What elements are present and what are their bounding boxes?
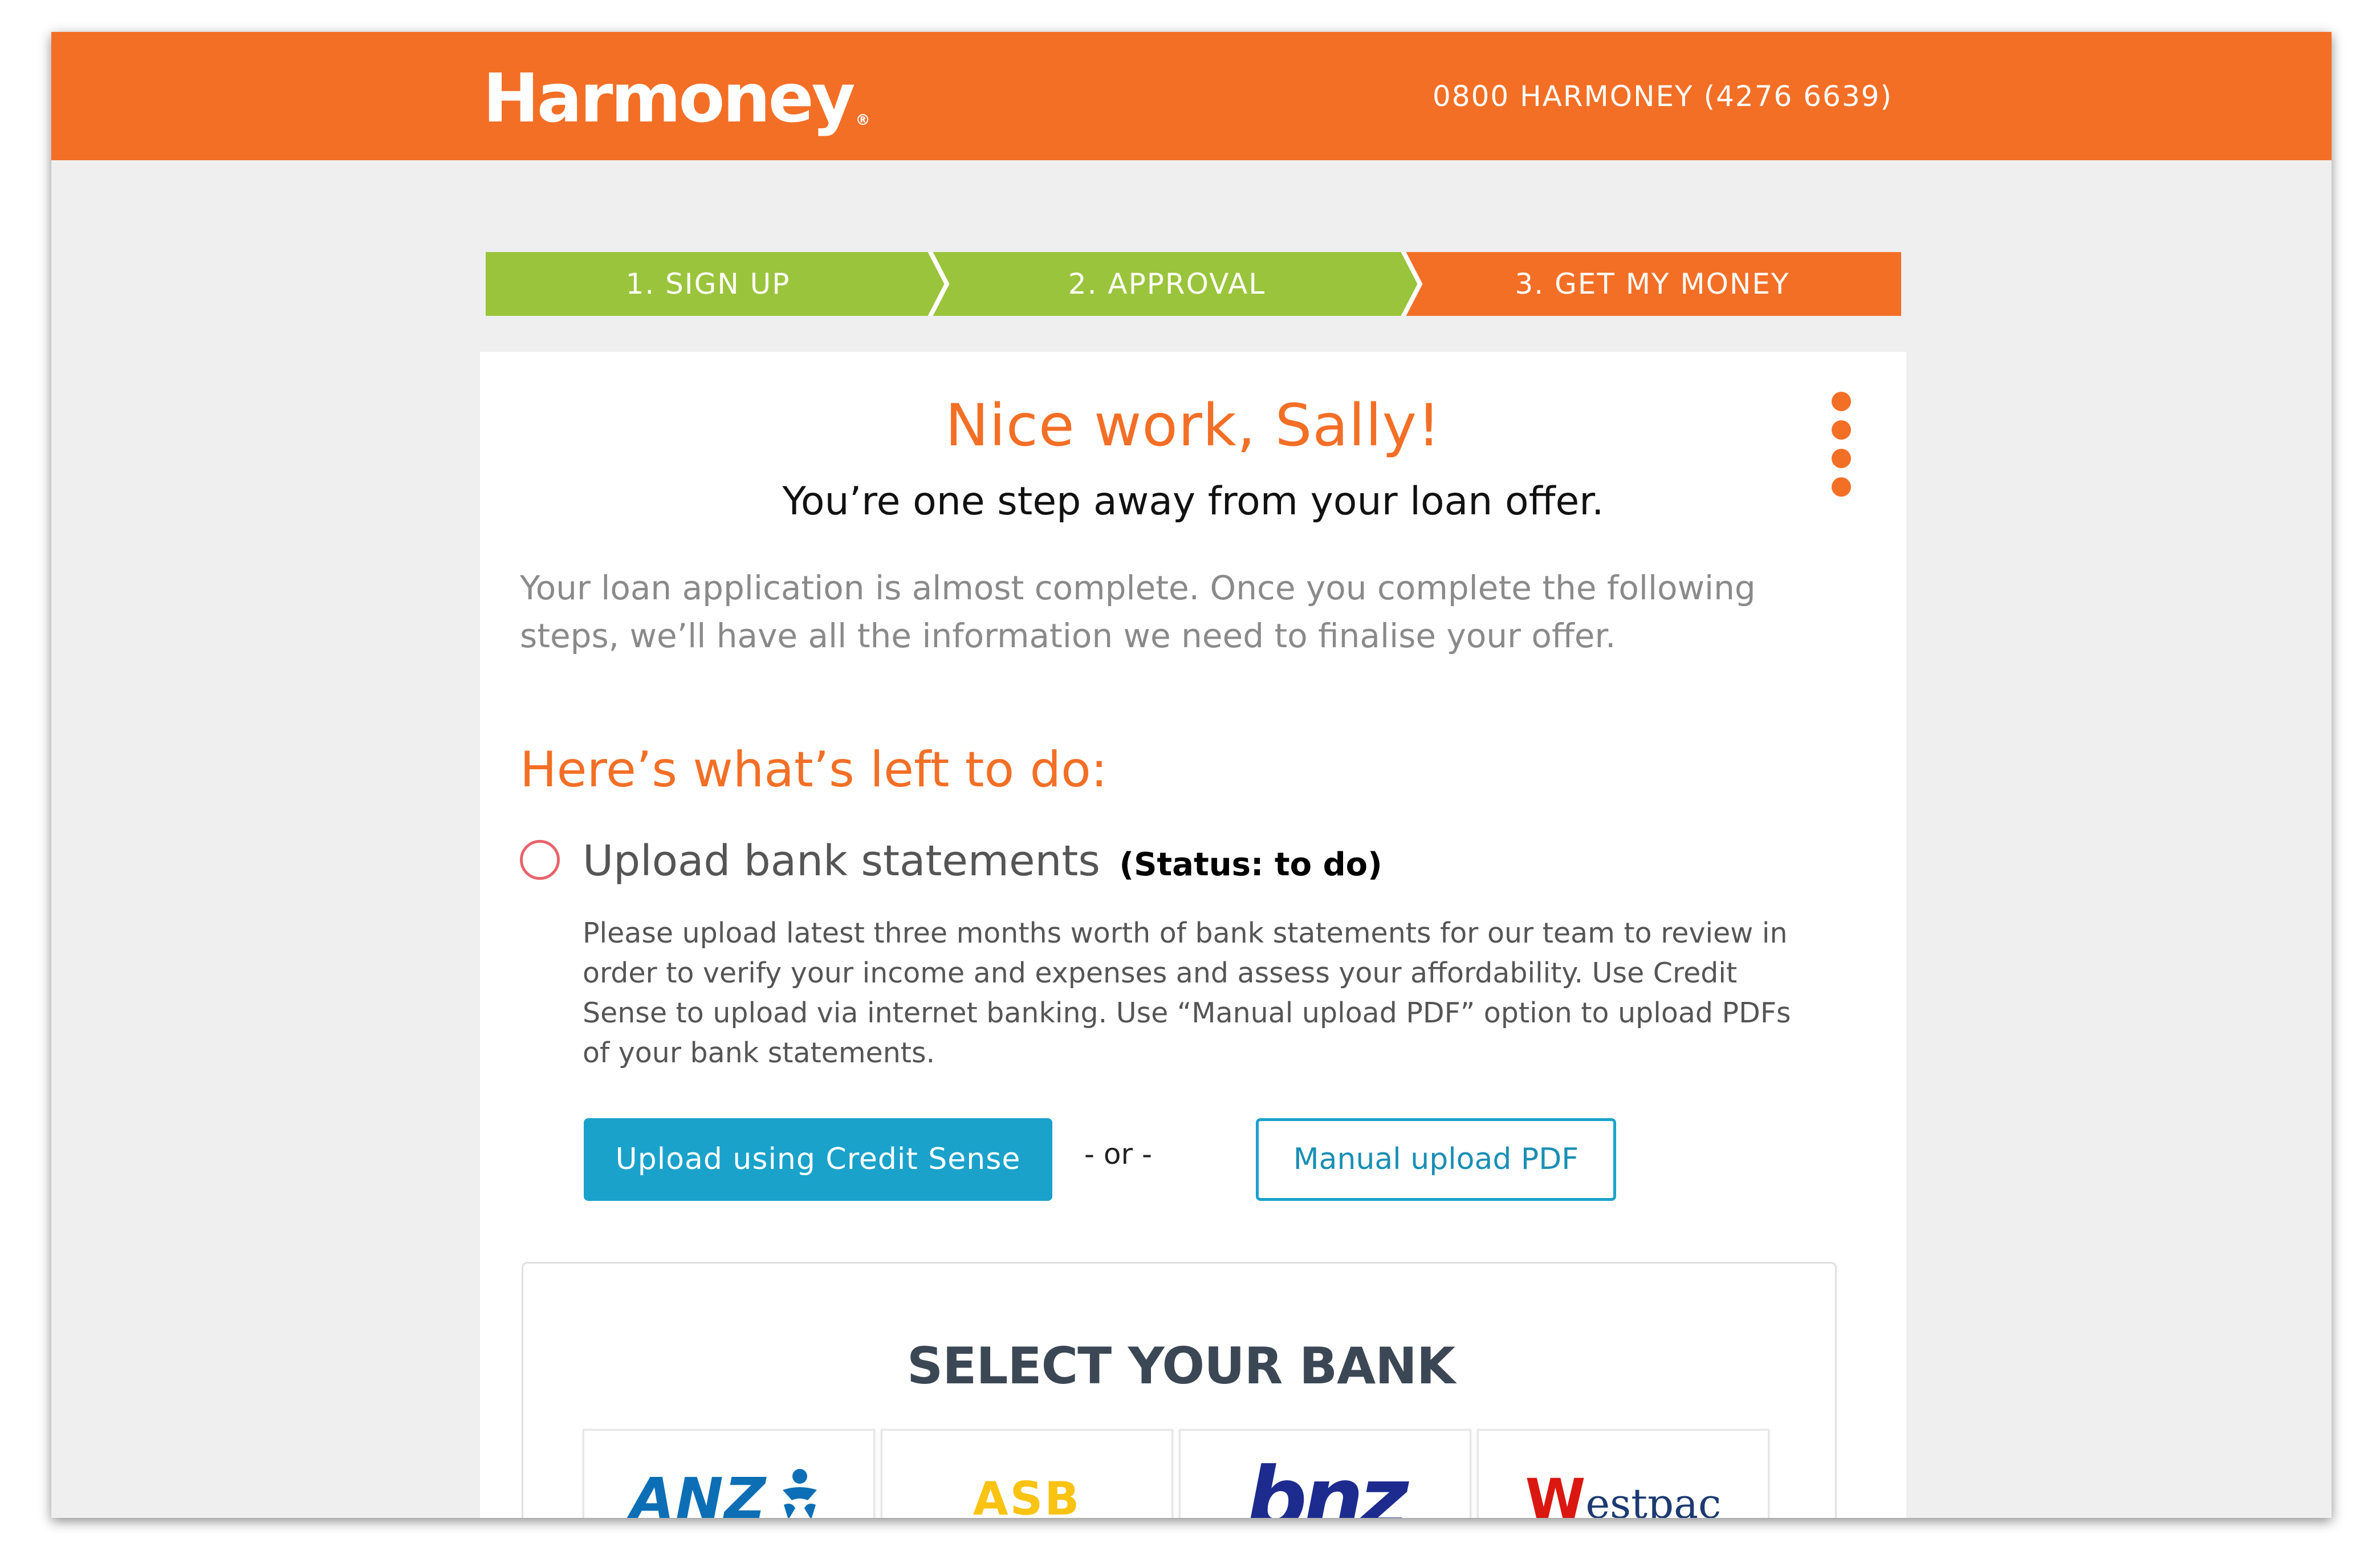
step-chevron-icon bbox=[1389, 252, 1423, 316]
select-bank-heading: SELECT YOUR BANK bbox=[906, 1337, 1455, 1395]
upload-credit-sense-button[interactable]: Upload using Credit Sense bbox=[584, 1118, 1052, 1201]
logo-text: Harmoney bbox=[483, 59, 856, 137]
task-title: Upload bank statements (Status: to do) bbox=[583, 830, 1382, 896]
task-status-circle-icon bbox=[520, 840, 560, 880]
anz-figures-icon bbox=[783, 1469, 817, 1518]
loan-status-card: Nice work, Sally! You’re one step away f… bbox=[480, 352, 1906, 1518]
task-description: Please upload latest three months worth … bbox=[583, 917, 1791, 1069]
step-get-my-money: 3. GET MY MONEY bbox=[1403, 252, 1901, 316]
bank-tile-bnz[interactable]: bnz bbox=[1179, 1429, 1471, 1518]
bank-tile-asb[interactable]: ASB bbox=[881, 1429, 1173, 1518]
anz-logo: ANZ bbox=[584, 1456, 873, 1518]
step-sign-up: 1. SIGN UP bbox=[486, 252, 930, 316]
step-chevron-icon bbox=[916, 252, 950, 316]
bnz-logo: bnz bbox=[1246, 1449, 1409, 1518]
browser-viewport: Harmoney ® 0800 HARMONEY (4276 6639) 1. S… bbox=[51, 32, 2332, 1518]
phone-number-link[interactable]: 0800 HARMONEY (4276 6639) bbox=[1433, 76, 1893, 116]
asb-logo: ASB bbox=[973, 1472, 1081, 1518]
task-title-text: Upload bank statements bbox=[583, 837, 1100, 886]
registered-mark: ® bbox=[855, 112, 870, 129]
progress-steps: 1. SIGN UP 2. APPROVAL 3. GET MY MONEY bbox=[486, 252, 1901, 316]
greeting-heading: Nice work, Sally! bbox=[945, 392, 1441, 460]
intro-text: Your loan application is almost complete… bbox=[520, 569, 1756, 655]
todo-heading: Here’s what’s left to do: bbox=[520, 741, 1108, 798]
westpac-w-mark: W bbox=[1525, 1467, 1586, 1518]
step-approval: 2. APPROVAL bbox=[930, 252, 1403, 316]
westpac-logo-text: estpac bbox=[1585, 1480, 1722, 1518]
task-status-label: (Status: to do) bbox=[1119, 846, 1382, 883]
top-navigation-bar: Harmoney ® 0800 HARMONEY (4276 6639) bbox=[51, 32, 2332, 160]
or-separator: - or - bbox=[1084, 1138, 1153, 1171]
greeting-subheading: You’re one step away from your loan offe… bbox=[782, 479, 1604, 524]
harmoney-logo[interactable]: Harmoney ® bbox=[483, 52, 870, 144]
manual-upload-pdf-button[interactable]: Manual upload PDF bbox=[1256, 1118, 1616, 1201]
anz-logo-text: ANZ bbox=[630, 1465, 767, 1518]
westpac-logo: Westpac bbox=[1479, 1456, 1768, 1518]
bank-tile-westpac[interactable]: Westpac bbox=[1477, 1429, 1769, 1518]
bank-select-panel: SELECT YOUR BANK ANZ ASB bnz Westpac bbox=[522, 1262, 1837, 1518]
bank-tile-anz[interactable]: ANZ bbox=[583, 1429, 875, 1518]
